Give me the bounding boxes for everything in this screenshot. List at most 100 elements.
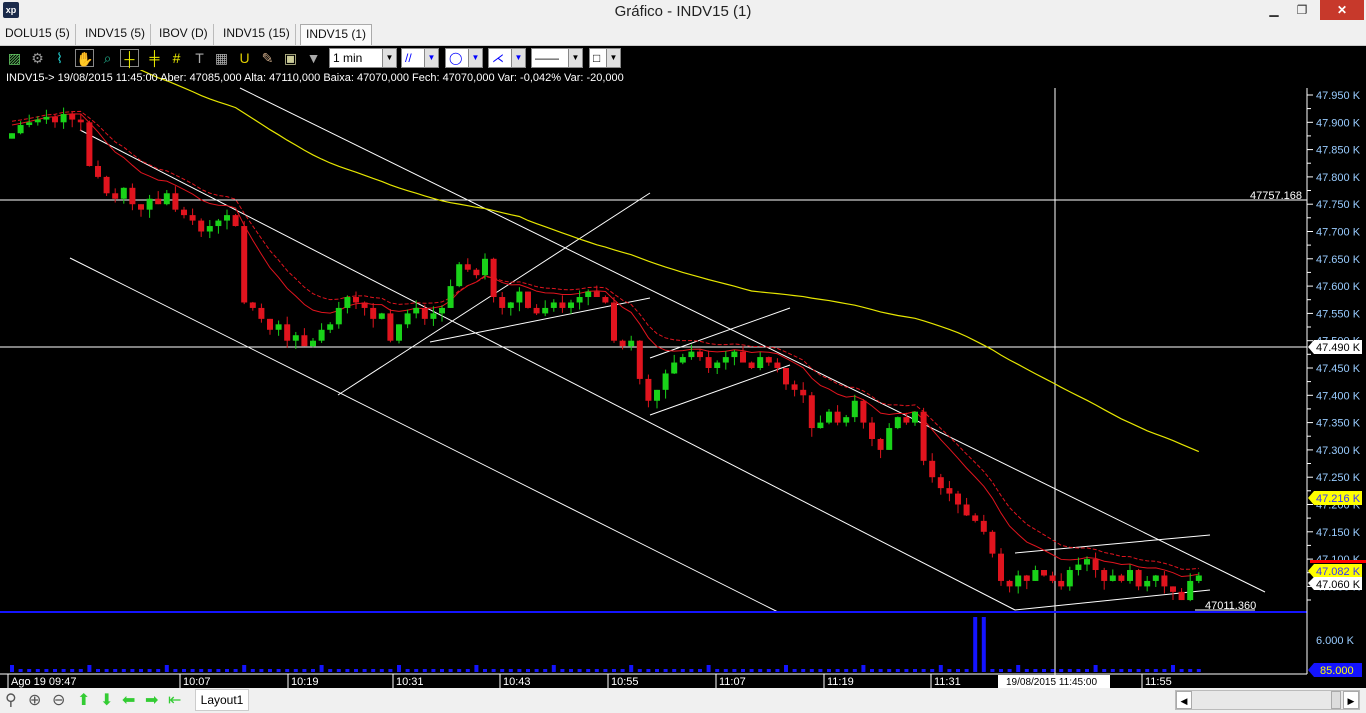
arrow-left-icon[interactable]: ⬅: [122, 690, 135, 710]
time-label: 10:19: [291, 676, 319, 688]
calculator-icon[interactable]: ▦: [212, 49, 231, 67]
volume-bar: [1042, 669, 1046, 672]
candle-down: [998, 553, 1004, 581]
crosshair-arrow-icon[interactable]: ╪: [145, 49, 164, 67]
restore-button[interactable]: ❐: [1288, 0, 1316, 20]
zoom-icon[interactable]: ⚲: [5, 690, 17, 710]
tab-indv15-5[interactable]: INDV15 (5): [80, 24, 152, 45]
arrow-right-icon[interactable]: ➡: [145, 690, 158, 710]
volume-bar: [190, 669, 195, 672]
line-style-select[interactable]: —— ▼: [531, 48, 583, 68]
candle-down: [1178, 591, 1185, 601]
arrow-up-icon[interactable]: ⬆: [77, 690, 90, 710]
candle-up: [146, 198, 153, 210]
lock-icon[interactable]: ▣: [281, 49, 300, 67]
candle-down: [129, 187, 136, 205]
price-tick-label: 47.950 K: [1316, 90, 1361, 102]
candle-up: [34, 119, 41, 123]
candle-up: [60, 114, 67, 123]
zoom-out-icon[interactable]: ⊖: [52, 690, 65, 710]
candle-down: [181, 209, 187, 216]
crosshair-icon[interactable]: ┼: [120, 49, 139, 67]
color-select[interactable]: □ ▼: [589, 48, 621, 68]
candle-up: [292, 335, 299, 341]
volume-bar: [78, 669, 83, 672]
scroll-right-button[interactable]: ▶: [1343, 691, 1359, 709]
volume-bar: [680, 669, 685, 672]
line-tool-select[interactable]: // ▼: [401, 48, 439, 68]
price-tick-label: 47.900 K: [1316, 117, 1361, 129]
volume-bar: [18, 669, 23, 672]
candle-up: [688, 351, 695, 358]
volume-bar: [938, 665, 943, 672]
volume-bar: [302, 669, 307, 672]
volume-bar: [422, 669, 427, 672]
zoom-in-icon[interactable]: ⊕: [28, 690, 41, 710]
time-label: Ago 19 09:47: [11, 676, 76, 688]
go-to-start-icon[interactable]: ⇤: [168, 690, 181, 710]
volume-bar: [130, 669, 135, 672]
tab-ibov-d[interactable]: IBOV (D): [154, 24, 214, 45]
volume-bar: [1119, 669, 1124, 672]
candle-up: [26, 122, 33, 126]
volume-bar: [672, 669, 677, 672]
volume-bar: [96, 669, 100, 672]
volume-bar: [947, 669, 952, 672]
volume-bar: [586, 669, 591, 672]
scroll-thumb[interactable]: [1331, 691, 1341, 709]
volume-bar: [1162, 669, 1167, 672]
candle-down: [77, 119, 84, 123]
volume-bar: [156, 669, 161, 672]
tab-indv15-15[interactable]: INDV15 (15): [218, 24, 296, 45]
volume-spike-bar: [973, 617, 978, 672]
candle-down: [258, 307, 265, 319]
candle-down: [103, 176, 110, 194]
candle-down: [1161, 575, 1168, 587]
chart-type-icon[interactable]: ▨: [5, 49, 24, 67]
volume-bar: [715, 669, 720, 672]
zoom-region-icon[interactable]: ⌕: [98, 49, 117, 67]
minimize-button[interactable]: ▁: [1260, 0, 1288, 20]
candle-down: [963, 504, 970, 516]
tab-indv15-1[interactable]: INDV15 (1): [300, 24, 373, 45]
eraser-icon[interactable]: ✎: [258, 49, 277, 67]
price-tick-label: 47.300 K: [1316, 445, 1361, 457]
fan-tool-select[interactable]: ⋌ ▼: [488, 48, 526, 68]
hand-pan-icon[interactable]: ✋: [75, 49, 94, 67]
close-button[interactable]: ✕: [1320, 0, 1364, 20]
volume-bar: [655, 669, 659, 672]
filter-icon[interactable]: ▼: [304, 49, 323, 67]
volume-bar: [1179, 669, 1184, 672]
candle-down: [361, 302, 368, 308]
candle-down: [387, 313, 394, 341]
candle-down: [1092, 559, 1099, 571]
price-chart[interactable]: 47.950 K 47.900 K 47.850 K 47.800 K 47.750 K…: [0, 70, 1366, 688]
tab-dolu15-5[interactable]: DOLU15 (5): [0, 24, 76, 45]
magnet-icon[interactable]: U: [235, 49, 254, 67]
horizontal-scrollbar[interactable]: ◀ ▶: [1175, 690, 1360, 710]
price-tick-label: 47.250 K: [1316, 472, 1361, 484]
interval-select[interactable]: 1 min ▼: [329, 48, 397, 68]
grid-icon[interactable]: #: [167, 49, 186, 67]
text-icon[interactable]: T: [190, 49, 209, 67]
settings-icon[interactable]: ⚙: [28, 49, 47, 67]
candle-up: [275, 324, 282, 330]
candle-down: [112, 193, 119, 199]
volume-bar: [1016, 665, 1021, 672]
layout-tab[interactable]: Layout1: [195, 689, 249, 711]
circle-icon: ◯: [449, 51, 463, 65]
candle-up: [43, 116, 50, 120]
volume-bar: [483, 669, 487, 672]
candle-down: [611, 302, 617, 341]
arrow-down-icon[interactable]: ⬇: [100, 690, 113, 710]
indicator-icon[interactable]: ⌇: [50, 49, 69, 67]
volume-bar: [1067, 669, 1072, 672]
candle-down: [267, 318, 273, 330]
shape-tool-select[interactable]: ◯ ▼: [445, 48, 483, 68]
candle-down: [602, 297, 609, 303]
volume-bar: [913, 669, 917, 672]
scroll-left-button[interactable]: ◀: [1176, 691, 1192, 709]
price-tick-label: 47.350 K: [1316, 418, 1361, 430]
candle-up: [894, 417, 901, 429]
candle-up: [731, 351, 738, 358]
